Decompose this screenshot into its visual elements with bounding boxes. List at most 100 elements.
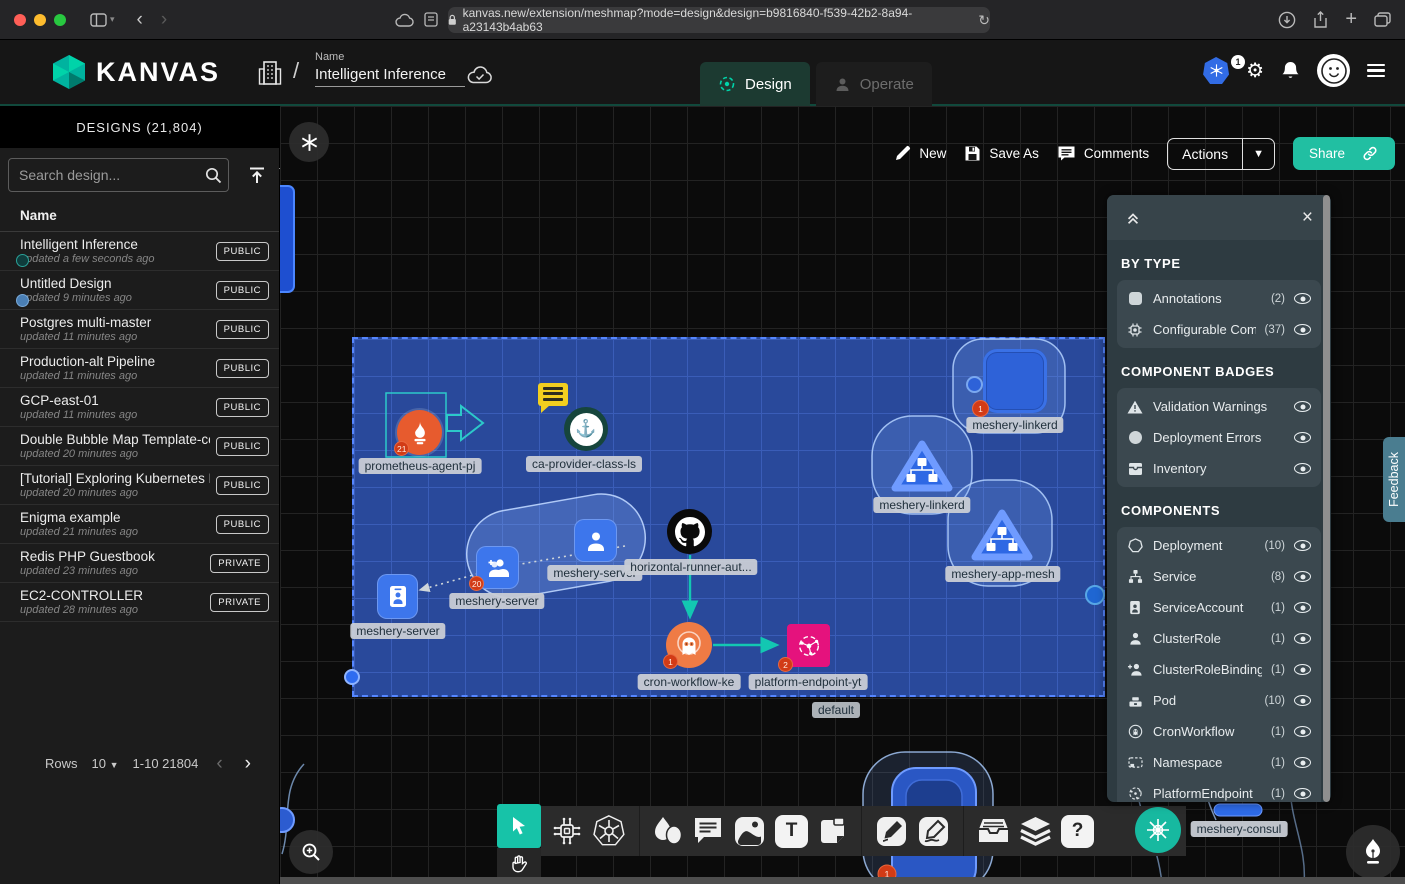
panel-row-clusterrolebinding[interactable]: ClusterRoleBinding (1) <box>1117 654 1321 685</box>
zoom-window-icon[interactable] <box>54 14 66 26</box>
design-list-item[interactable]: Redis PHP Guestbookupdated 23 minutes ag… <box>0 544 279 583</box>
kanvas-logo[interactable]: KANVAS <box>52 54 220 90</box>
help-icon[interactable]: ? <box>1061 815 1094 848</box>
panel-row-clusterrole[interactable]: ClusterRole (1) <box>1117 623 1321 654</box>
new-tab-icon[interactable]: + <box>1345 8 1357 31</box>
design-list-item[interactable]: Postgres multi-masterupdated 11 minutes … <box>0 310 279 349</box>
new-button[interactable]: New <box>894 145 946 162</box>
kubernetes-icon[interactable] <box>592 814 626 848</box>
next-page-button[interactable]: › <box>241 754 255 773</box>
panel-row-cronworkflow[interactable]: CronWorkflow (1) <box>1117 716 1321 747</box>
node-meshery-server-card[interactable] <box>377 574 418 619</box>
panel-row-inventory[interactable]: Inventory <box>1117 453 1321 484</box>
eye-icon[interactable] <box>1294 664 1311 675</box>
zoom-button[interactable] <box>289 830 333 874</box>
downloads-icon[interactable] <box>1278 11 1296 29</box>
design-list-item[interactable]: Intelligent Inferenceupdated a few secon… <box>0 232 279 271</box>
eye-icon[interactable] <box>1294 324 1311 335</box>
design-list-item[interactable]: [Tutorial] Exploring Kubernetes Podupdat… <box>0 466 279 505</box>
feedback-tab[interactable]: Feedback <box>1383 437 1405 522</box>
settings-gear-icon[interactable]: ⚙ <box>1246 58 1264 83</box>
pan-tool[interactable] <box>497 848 541 880</box>
panel-row-deployment-errors[interactable]: Deployment Errors <box>1117 422 1321 453</box>
search-icon[interactable] <box>205 167 222 184</box>
eye-icon[interactable] <box>1294 788 1311 799</box>
design-list-item[interactable]: EC2-CONTROLLERupdated 28 minutes ago PRI… <box>0 583 279 622</box>
panel-row-namespace[interactable]: Namespace (1) <box>1117 747 1321 778</box>
share-page-icon[interactable] <box>1313 11 1328 29</box>
freeze-button[interactable] <box>289 122 329 162</box>
tab-design[interactable]: Design <box>700 62 810 106</box>
design-name-input[interactable] <box>315 63 465 87</box>
eye-icon[interactable] <box>1294 695 1311 706</box>
import-design-icon[interactable] <box>248 167 266 184</box>
actions-dropdown-caret[interactable]: ▼ <box>1242 139 1274 169</box>
comment-tool-icon[interactable] <box>692 816 724 846</box>
pen-tool-icon[interactable] <box>875 815 908 848</box>
design-list-item[interactable]: Untitled Designupdated 9 minutes ago PUB… <box>0 271 279 310</box>
design-list-item[interactable]: Double Bubble Map Template-copyupdated 2… <box>0 427 279 466</box>
selection-handle[interactable] <box>345 670 359 684</box>
tab-overview-icon[interactable] <box>1374 12 1391 27</box>
close-panel-icon[interactable]: × <box>1302 207 1313 229</box>
design-list-item[interactable]: Enigma exampleupdated 21 minutes ago PUB… <box>0 505 279 544</box>
eye-icon[interactable] <box>1294 432 1311 443</box>
reader-icon[interactable] <box>424 12 438 27</box>
panel-row-validation-warnings[interactable]: Validation Warnings <box>1117 391 1321 422</box>
collapse-panel-icon[interactable] <box>1125 210 1141 226</box>
panel-row-service[interactable]: Service (8) <box>1117 561 1321 592</box>
node-linkerd-top[interactable] <box>983 349 1047 413</box>
eye-icon[interactable] <box>1294 571 1311 582</box>
shapes-icon[interactable] <box>653 815 683 847</box>
components-icon[interactable] <box>551 815 583 847</box>
chevron-down-icon[interactable]: ▾ <box>110 14 115 25</box>
node-app-mesh[interactable] <box>969 506 1035 564</box>
user-avatar[interactable] <box>1317 54 1350 87</box>
address-bar[interactable]: kanvas.new/extension/meshmap?mode=design… <box>448 7 990 33</box>
notifications-bell-icon[interactable] <box>1281 60 1300 81</box>
search-input[interactable] <box>8 158 229 192</box>
design-list-item[interactable]: Production-alt Pipelineupdated 11 minute… <box>0 349 279 388</box>
node-platform-endpoint[interactable] <box>787 624 830 667</box>
save-as-button[interactable]: Save As <box>964 145 1039 162</box>
eye-icon[interactable] <box>1294 757 1311 768</box>
annotation-comment-icon[interactable] <box>538 383 568 406</box>
kubernetes-context-icon[interactable] <box>1203 57 1229 84</box>
rows-per-page-select[interactable]: 10 ▼ <box>92 756 119 771</box>
share-button[interactable]: Share <box>1293 137 1395 170</box>
design-tools-button[interactable] <box>1346 825 1400 879</box>
text-tool-icon[interactable]: T <box>775 815 808 848</box>
node-meshery-server-top[interactable] <box>574 519 617 562</box>
eye-icon[interactable] <box>1294 726 1311 737</box>
pencil-tool-icon[interactable] <box>917 815 950 848</box>
eye-icon[interactable] <box>1294 401 1311 412</box>
tab-operate[interactable]: Operate <box>816 62 932 106</box>
close-window-icon[interactable] <box>14 14 26 26</box>
panel-row-deployment[interactable]: Deployment (10) <box>1117 530 1321 561</box>
actions-button[interactable]: Actions ▼ <box>1167 138 1275 170</box>
canvas-horizontal-scrollbar[interactable] <box>280 877 1405 884</box>
layers-icon[interactable] <box>1019 815 1052 847</box>
select-tool[interactable] <box>497 804 541 848</box>
minimize-window-icon[interactable] <box>34 14 46 26</box>
node-linkerd-mid[interactable] <box>889 437 955 495</box>
panel-scrollbar[interactable] <box>1323 195 1330 802</box>
panel-row-platformendpoint[interactable]: PlatformEndpoint (1) <box>1117 778 1321 802</box>
note-tool-icon[interactable] <box>817 816 848 847</box>
eye-icon[interactable] <box>1294 463 1311 474</box>
drawer-icon[interactable] <box>977 816 1010 846</box>
back-icon[interactable]: ‹ <box>137 9 143 31</box>
panel-row-annotations[interactable]: Annotations (2) <box>1117 283 1321 314</box>
organization-icon[interactable] <box>258 58 282 86</box>
reload-icon[interactable]: ↻ <box>978 12 990 29</box>
node-ca-provider[interactable]: ⚓ <box>564 407 608 451</box>
meshery-chat-button[interactable] <box>1135 807 1181 853</box>
arrow-shape[interactable] <box>447 406 483 440</box>
node-horizontal-runner[interactable] <box>667 509 712 554</box>
cloud-icon[interactable] <box>395 13 415 27</box>
panel-row-configurable-components[interactable]: Configurable Compon (37) <box>1117 314 1321 345</box>
sidebar-toggle-icon[interactable] <box>90 13 107 27</box>
eye-icon[interactable] <box>1294 293 1311 304</box>
design-list-item[interactable]: GCP-east-01updated 11 minutes ago PUBLIC <box>0 388 279 427</box>
prev-page-button[interactable]: ‹ <box>212 754 226 773</box>
